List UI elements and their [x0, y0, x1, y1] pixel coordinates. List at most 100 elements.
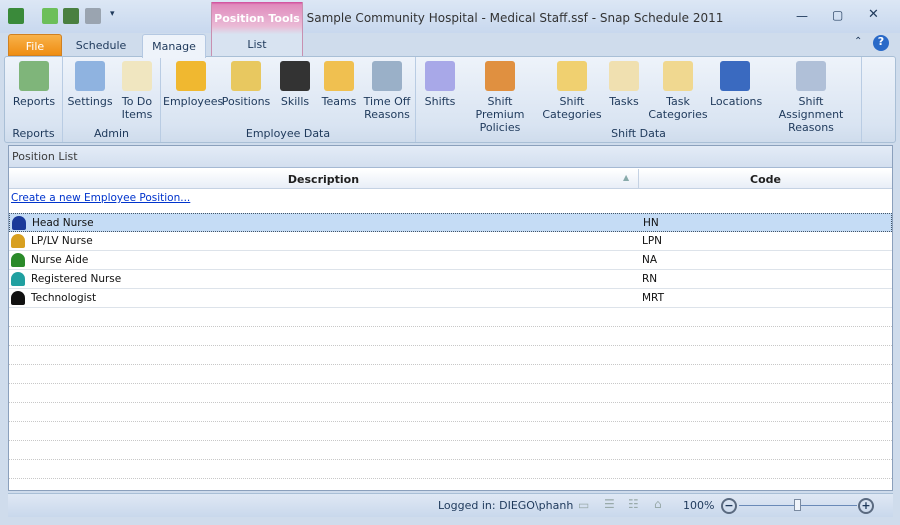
label: Shift Categories	[542, 95, 602, 121]
tab-file[interactable]: File	[8, 34, 62, 56]
maximize-icon[interactable]: ▢	[832, 8, 843, 22]
label: Shifts	[424, 95, 456, 108]
code-cell: RN	[642, 273, 658, 285]
fit-width-icon[interactable]: ☰	[604, 497, 615, 511]
shifts-button[interactable]: Shifts	[420, 61, 460, 108]
shift-premium-policies-button[interactable]: Shift Premium Policies	[464, 61, 536, 134]
group-employee-data: Employees Positions Skills Teams Time Of…	[161, 57, 416, 142]
code-cell: HN	[643, 217, 659, 229]
label: To Do Items	[121, 95, 153, 121]
group-label: Reports	[12, 127, 55, 140]
task-categories-button[interactable]: Task Categories	[648, 61, 708, 121]
teams-button[interactable]: Teams	[317, 61, 361, 108]
employees-button[interactable]: Employees	[163, 61, 223, 108]
empty-row	[9, 365, 892, 384]
column-description[interactable]: Description	[9, 173, 638, 186]
zoom-in-button[interactable]: +	[858, 498, 874, 514]
label: Task Categories	[648, 95, 708, 121]
table-row[interactable]: Nurse Aide NA	[9, 251, 892, 270]
skills-button[interactable]: Skills	[273, 61, 317, 108]
description-cell: Technologist	[31, 292, 97, 304]
minimize-icon[interactable]: —	[796, 9, 808, 23]
label: Positions	[221, 95, 271, 108]
empty-row	[9, 460, 892, 479]
person-icon	[11, 253, 25, 267]
settings-button[interactable]: Settings	[65, 61, 115, 108]
positions-button[interactable]: Positions	[221, 61, 271, 108]
window-title: Sample Community Hospital - Medical Staf…	[306, 11, 724, 25]
label: Locations	[710, 95, 763, 108]
reports-icon	[19, 61, 49, 91]
collapse-ribbon-icon[interactable]: ⌃	[854, 36, 862, 47]
app-icon	[8, 8, 24, 24]
time-off-icon	[372, 61, 402, 91]
description-cell: Registered Nurse	[31, 273, 122, 285]
empty-row	[9, 327, 892, 346]
lock-icon[interactable]: ⌂	[654, 497, 662, 511]
label: Settings	[67, 95, 113, 108]
employees-icon	[176, 61, 206, 91]
zoom-slider-thumb[interactable]	[794, 499, 801, 511]
zoom-out-button[interactable]: −	[721, 498, 737, 514]
tab-list[interactable]: List	[212, 38, 302, 51]
tab-schedule[interactable]: Schedule	[66, 34, 136, 56]
premium-icon	[485, 61, 515, 91]
customize-toolbar-icon[interactable]: ▾	[110, 9, 115, 19]
empty-row	[9, 308, 892, 327]
panel-title: Position List	[9, 146, 892, 168]
group-label: Shift Data	[611, 127, 666, 140]
reports-button[interactable]: Reports	[9, 61, 59, 108]
status-bar: Logged in: DIEGO\phanh ▭ ☰ ☷ ⌂ 100% − +	[8, 493, 893, 517]
tasks-button[interactable]: Tasks	[606, 61, 642, 108]
skills-icon	[280, 61, 310, 91]
label: Teams	[321, 95, 357, 108]
label: Reports	[12, 95, 56, 108]
teams-icon	[324, 61, 354, 91]
create-position-link[interactable]: Create a new Employee Position...	[11, 192, 190, 204]
group-label: Employee Data	[245, 127, 331, 140]
settings-icon	[75, 61, 105, 91]
empty-row	[9, 441, 892, 460]
fit-height-icon[interactable]: ☷	[628, 497, 639, 511]
close-icon[interactable]: ✕	[868, 7, 879, 22]
table-row[interactable]: Registered Nurse RN	[9, 270, 892, 289]
column-code[interactable]: Code	[639, 173, 892, 186]
tasks-icon	[609, 61, 639, 91]
copy-icon[interactable]	[63, 8, 79, 24]
label: Tasks	[609, 95, 639, 108]
description-cell: Nurse Aide	[31, 254, 89, 266]
locations-button[interactable]: Locations	[710, 61, 763, 108]
shift-assignment-reasons-button[interactable]: Shift Assignment Reasons	[766, 61, 856, 134]
empty-row	[9, 403, 892, 422]
position-tools-context: Position Tools List	[211, 2, 303, 56]
refresh-icon[interactable]	[42, 8, 58, 24]
ribbon: Reports Reports Settings To Do Items Adm…	[4, 56, 896, 143]
table-row[interactable]: Technologist MRT	[9, 289, 892, 308]
todo-button[interactable]: To Do Items	[115, 61, 159, 121]
code-cell: LPN	[642, 235, 663, 247]
print-icon[interactable]	[85, 8, 101, 24]
tab-manage[interactable]: Manage	[142, 34, 206, 58]
shifts-icon	[425, 61, 455, 91]
label: Employees	[163, 95, 224, 108]
group-shift-data: Shifts Shift Premium Policies Shift Cate…	[416, 57, 862, 142]
table-row[interactable]: Head Nurse HN	[9, 213, 892, 232]
locations-icon	[720, 61, 750, 91]
assignment-reasons-icon	[796, 61, 826, 91]
person-icon	[11, 272, 25, 286]
sort-ascending-icon: ▲	[623, 173, 630, 182]
description-cell: LP/LV Nurse	[31, 235, 93, 247]
view-icon[interactable]: ▭	[578, 498, 589, 512]
group-reports: Reports Reports	[5, 57, 63, 142]
table-row[interactable]: LP/LV Nurse LPN	[9, 232, 892, 251]
empty-row	[9, 422, 892, 441]
help-icon[interactable]: ?	[873, 35, 889, 51]
person-icon	[11, 291, 25, 305]
group-label: Admin	[93, 127, 130, 140]
title-bar: ▾ Sample Community Hospital - Medical St…	[0, 0, 900, 33]
shift-categories-button[interactable]: Shift Categories	[542, 61, 602, 121]
zoom-level: 100%	[683, 499, 715, 512]
person-icon	[11, 234, 25, 248]
time-off-reasons-button[interactable]: Time Off Reasons	[361, 61, 413, 121]
description-cell: Head Nurse	[32, 217, 94, 229]
